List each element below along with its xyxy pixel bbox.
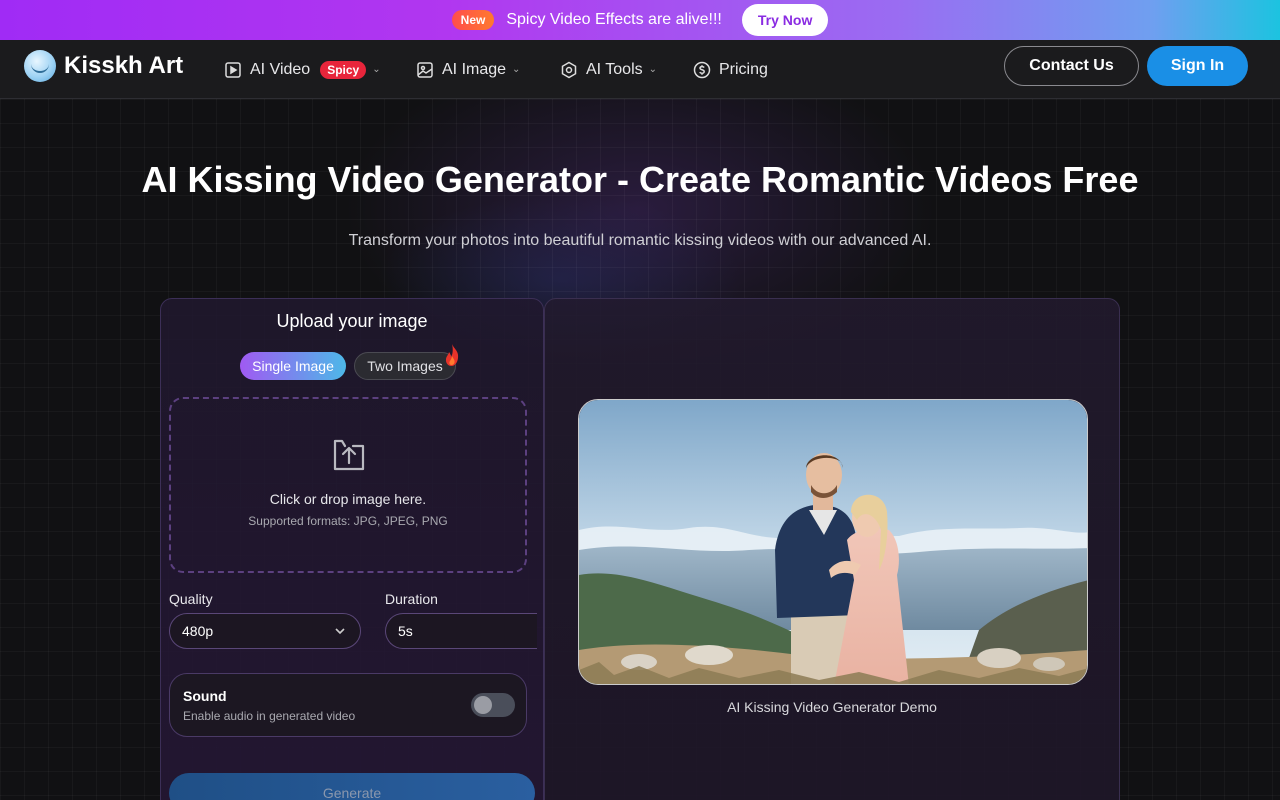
generate-button[interactable]: Generate	[169, 773, 535, 800]
nav-item-label: AI Video	[250, 60, 311, 78]
new-badge: New	[451, 10, 495, 30]
page-title: AI Kissing Video Generator - Create Roma…	[141, 159, 1139, 200]
couple-photo	[579, 400, 1087, 684]
image-icon	[417, 61, 433, 78]
nav-item-ai-image[interactable]: AI Image ⌄	[416, 40, 520, 99]
main-content: AI Kissing Video Generator - Create Roma…	[0, 99, 1280, 800]
sound-toggle[interactable]	[471, 693, 515, 717]
nav-item-label: Pricing	[719, 60, 768, 78]
duration-select[interactable]: 5s	[385, 613, 537, 649]
fire-icon	[445, 344, 459, 366]
contact-us-button[interactable]: Contact Us	[1004, 46, 1139, 86]
chevron-down-icon	[335, 628, 345, 635]
supported-formats: Supported formats: JPG, JPEG, PNG	[248, 514, 448, 528]
sound-description: Enable audio in generated video	[183, 709, 356, 723]
hexagon-icon	[561, 61, 577, 78]
nav-item-pricing[interactable]: Pricing	[693, 40, 768, 99]
play-square-icon	[225, 61, 241, 78]
duration-label: Duration	[385, 591, 438, 607]
two-images-tab[interactable]: Two Images	[354, 352, 456, 380]
announcement-bar: New Spicy Video Effects are alive!!! Try…	[0, 0, 1280, 40]
demo-image	[578, 399, 1088, 685]
preview-panel: AI Kissing Video Generator Demo	[544, 298, 1120, 800]
demo-caption: AI Kissing Video Generator Demo	[727, 699, 937, 715]
logo-icon	[24, 50, 56, 82]
quality-label: Quality	[169, 591, 213, 607]
nav-item-label: AI Tools	[586, 60, 643, 78]
quality-value: 480p	[182, 623, 214, 639]
toggle-knob	[474, 696, 492, 714]
navbar: Kisskh Art AI Video Spicy ⌄ AI Image ⌄ A…	[0, 40, 1280, 99]
try-now-button[interactable]: Try Now	[741, 4, 829, 36]
upload-panel: Upload your image Single Image Two Image…	[160, 298, 544, 800]
dollar-circle-icon	[693, 61, 711, 78]
duration-value: 5s	[398, 623, 413, 639]
sound-title: Sound	[183, 688, 227, 704]
image-dropzone[interactable]: Click or drop image here. Supported form…	[169, 397, 527, 573]
sound-setting: Sound Enable audio in generated video	[169, 673, 527, 737]
page-subtitle: Transform your photos into beautiful rom…	[348, 232, 932, 249]
chevron-down-icon: ⌄	[372, 64, 381, 75]
announcement-text: Spicy Video Effects are alive!!!	[506, 11, 722, 28]
single-image-tab[interactable]: Single Image	[240, 352, 346, 380]
brand-name: Kisskh Art	[64, 52, 184, 79]
chevron-down-icon: ⌄	[512, 64, 521, 75]
drop-instructions: Click or drop image here.	[269, 491, 427, 507]
brand-logo[interactable]: Kisskh Art	[24, 50, 183, 82]
quality-select[interactable]: 480p	[169, 613, 361, 649]
nav-item-label: AI Image	[442, 60, 507, 78]
sign-in-button[interactable]: Sign In	[1147, 46, 1248, 86]
nav-item-ai-video[interactable]: AI Video Spicy ⌄	[224, 40, 381, 99]
spicy-badge: Spicy	[320, 60, 367, 79]
upload-title: Upload your image	[276, 311, 428, 331]
upload-icon	[333, 439, 365, 471]
nav-item-ai-tools[interactable]: AI Tools ⌄	[560, 40, 657, 99]
chevron-down-icon: ⌄	[648, 64, 658, 75]
